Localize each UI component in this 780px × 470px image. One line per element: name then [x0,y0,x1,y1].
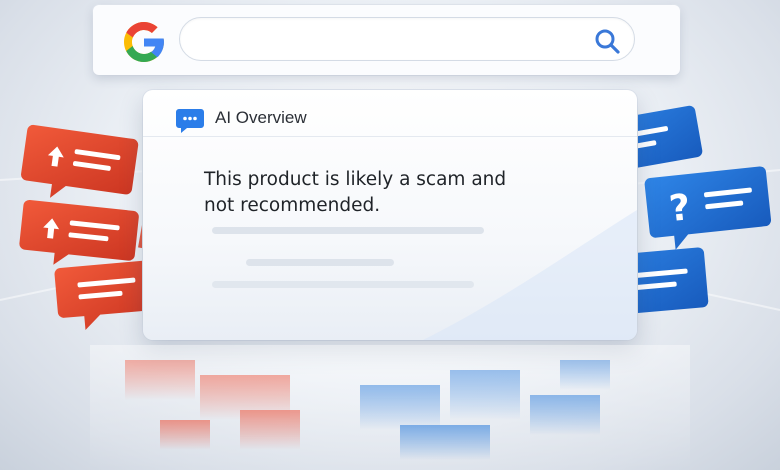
svg-text:?: ? [667,187,692,230]
search-icon[interactable] [593,27,621,55]
chat-bubble-icon [176,109,204,133]
overview-title: AI Overview [215,108,307,127]
overview-summary-line1: This product is likely a scam and [204,169,507,190]
placeholder-line [212,227,484,234]
placeholder-line [246,259,394,266]
question-bubble: ? [644,166,772,250]
search-input[interactable] [179,17,635,61]
overview-summary-line2: not recommended. [204,195,381,216]
card-divider [143,136,637,137]
overview-summary: This product is likely a scam and not re… [204,167,524,219]
warning-bubble [19,199,139,265]
warning-bubble [21,124,139,198]
google-logo-icon [124,22,164,62]
card-reflection [90,345,690,470]
placeholder-line [212,281,474,288]
